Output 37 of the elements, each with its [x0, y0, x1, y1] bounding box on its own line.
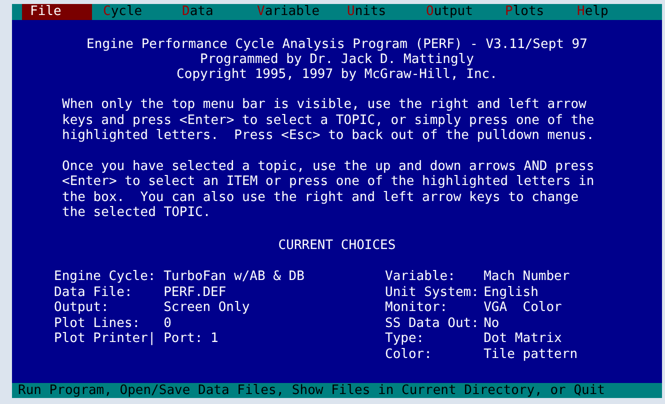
menu-item[interactable]: Output — [418, 4, 494, 20]
choice-label: Data File: — [54, 284, 134, 300]
choice-label: Monitor: — [385, 300, 449, 316]
title-line: Copyright 1995, 1997 by McGraw-Hill, Inc. — [176, 67, 498, 82]
choice-value: English — [484, 284, 538, 300]
menu-item[interactable]: Units — [339, 4, 415, 20]
menu-item[interactable]: Plots — [497, 4, 566, 20]
choice-value: Tile pattern — [484, 346, 578, 362]
choice-label: Variable: — [385, 269, 456, 284]
choice-label: Plot Lines: — [54, 316, 142, 331]
title-line: Engine Performance Cycle Analysis Program (PERF) - V3.11/Sept 97 — [86, 37, 588, 52]
instructions-text: Once you have selected a topic, use the up and down arrows AND press <Enter> to select an ITEM or press one of the highlighted letters in the box. You can also use the right and left arrow keys to change the selected TOPIC. — [62, 158, 594, 220]
status-bar: Run Program, Open/Save Data Files, Show Files in Current Directory, or Quit — [12, 383, 662, 398]
choice-label: Color: — [385, 346, 433, 362]
choice-label: Engine Cycle: — [54, 269, 157, 284]
choice-value: TurboFan w/AB & DB — [164, 269, 304, 284]
choice-label: Plot Printer| — [54, 331, 157, 346]
choice-value: Mach Number — [484, 269, 570, 284]
menu-item[interactable]: File — [22, 4, 92, 20]
choice-value: Screen Only — [164, 300, 250, 316]
choice-value: PERF.DEF — [164, 284, 226, 300]
choice-label: SS Data Out: — [385, 316, 480, 331]
choice-label: Type: — [385, 331, 426, 346]
instructions-text: When only the top menu bar is visible, use the right and left arrow keys and press <Enter> to select a TOPIC, or simply press one of the highlighted letters. Press <Esc> to back out of the pulldown menus. — [62, 97, 594, 144]
choice-value: VGA Color — [484, 300, 562, 316]
menu-item[interactable]: Cycle — [95, 4, 171, 20]
choice-label: Unit System: — [385, 284, 480, 300]
choice-label: Output: — [54, 300, 110, 316]
choice-value: 0 — [164, 316, 172, 331]
choice-value: Port: 1 — [164, 331, 218, 346]
menu-item[interactable]: Help — [569, 4, 651, 20]
choice-value: No — [484, 316, 500, 331]
section-heading: CURRENT CHOICES — [278, 238, 396, 253]
title-line: Programmed by Dr. Jack D. Mattingly — [199, 52, 475, 67]
menu-item[interactable]: Data — [174, 4, 246, 20]
choice-value: Dot Matrix — [484, 331, 562, 346]
menu-item[interactable]: Variable — [249, 4, 336, 20]
